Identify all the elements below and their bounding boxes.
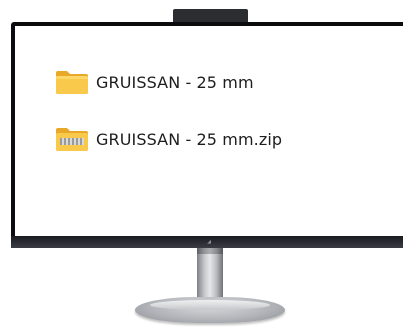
monitor-stand-base-top bbox=[150, 300, 270, 310]
stand-shadow bbox=[197, 248, 223, 254]
file-item-folder[interactable]: GRUISSAN - 25 mm bbox=[55, 67, 258, 97]
file-name: GRUISSAN - 25 mm bbox=[96, 72, 254, 92]
folder-icon bbox=[56, 71, 88, 94]
zip-folder-icon bbox=[56, 128, 88, 151]
desktop-monitor-scene: ◢ GRUISSAN - 25 mm GRUISSAN - 25 mm.zip bbox=[0, 0, 403, 327]
file-item-zip[interactable]: GRUISSAN - 25 mm.zip bbox=[55, 124, 286, 154]
monitor-logo-icon: ◢ bbox=[207, 239, 211, 245]
monitor-stand-neck bbox=[197, 248, 223, 300]
file-name: GRUISSAN - 25 mm.zip bbox=[96, 129, 283, 149]
